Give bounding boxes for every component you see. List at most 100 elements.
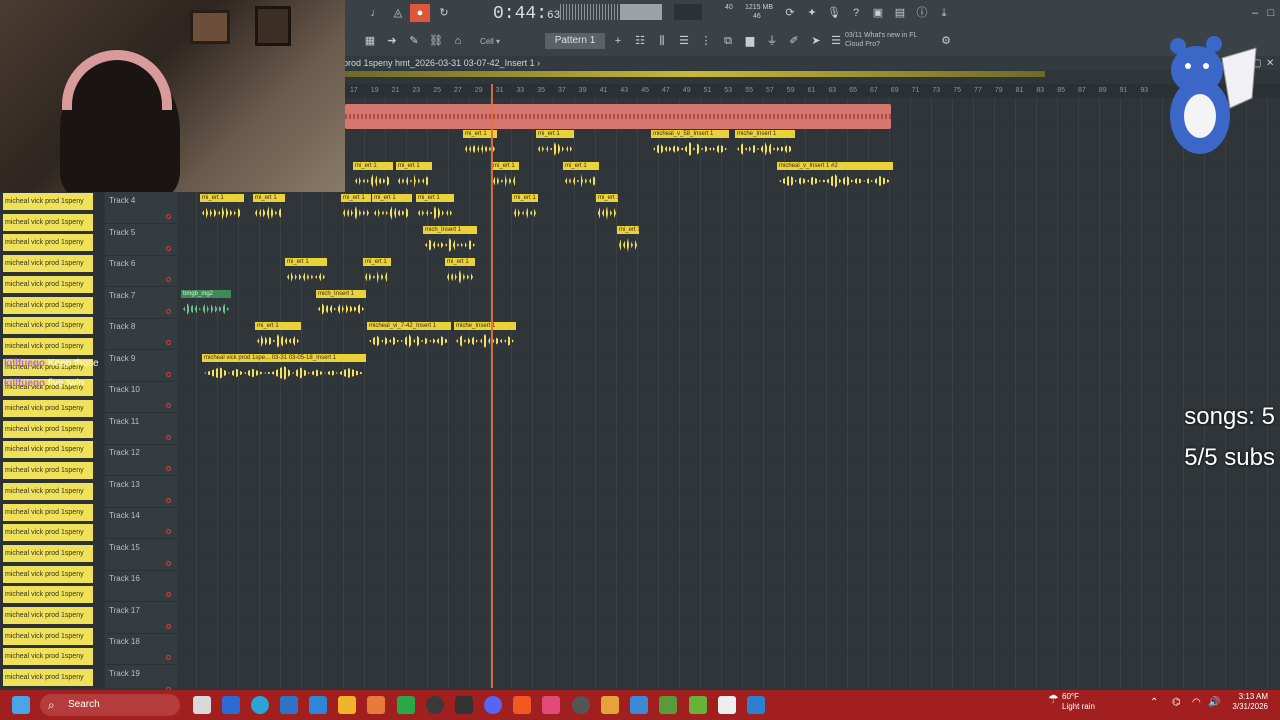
track-record-icon[interactable] xyxy=(166,466,171,471)
audio-clip[interactable]: mi_ert 1 xyxy=(285,258,327,288)
channel-item[interactable]: micheal vick prod 1speny xyxy=(3,482,93,500)
channel-item[interactable]: micheal vick prod 1speny xyxy=(3,607,93,624)
track-header[interactable]: Track 5 xyxy=(105,224,177,256)
tempo-icon[interactable]: ♩ xyxy=(366,4,386,22)
channel-item[interactable]: micheal vick prod 1speny xyxy=(3,255,93,273)
audio-clip[interactable]: mi_ert 1 xyxy=(536,130,574,160)
track-record-icon[interactable] xyxy=(166,655,171,660)
news-icon[interactable]: ☰ xyxy=(826,32,846,50)
channel-item[interactable]: micheal vick prod 1speny xyxy=(3,234,93,252)
channel-item[interactable]: micheal vick prod 1speny xyxy=(3,213,93,231)
tray-chevron-icon[interactable]: ⌃ xyxy=(1150,697,1158,708)
refresh-icon[interactable]: ⟳ xyxy=(780,4,800,22)
add-pattern-icon[interactable]: + xyxy=(608,32,628,50)
stamp-icon[interactable]: ⌂ xyxy=(448,32,468,50)
playlist-icon[interactable]: ☰ xyxy=(674,32,694,50)
obs-icon[interactable] xyxy=(572,696,590,714)
notepad-icon[interactable] xyxy=(718,696,736,714)
news-panel[interactable]: 03/11 What's new in FL Cloud Pro? xyxy=(845,31,935,49)
channel-item[interactable]: micheal vick prod 1speny xyxy=(3,627,93,645)
channel-item[interactable]: micheal vick prod 1speny xyxy=(3,400,93,417)
track-header[interactable]: Track 7 xyxy=(105,287,177,319)
brave-icon[interactable] xyxy=(513,696,531,714)
fl-studio-icon[interactable] xyxy=(601,696,619,714)
channel-item[interactable]: micheal vick prod 1speny xyxy=(3,441,93,459)
app-icon[interactable] xyxy=(455,696,473,714)
audio-clip[interactable]: mich_Insert 1 xyxy=(423,226,477,256)
audio-clip[interactable]: miche_Insert 1 xyxy=(454,322,516,352)
loop-icon[interactable]: ↻ xyxy=(434,4,454,22)
piano-roll-icon[interactable]: ▦ xyxy=(360,32,380,50)
audio-clip[interactable]: mi_ert 1 xyxy=(617,226,639,256)
playlist-close-icon[interactable]: ✕ xyxy=(1266,58,1274,69)
wifi-icon[interactable]: ◠ xyxy=(1192,697,1201,708)
mic-icon[interactable]: 🎙 xyxy=(824,4,844,22)
windows-start-icon[interactable] xyxy=(12,696,30,714)
metronome-icon[interactable]: ◬ xyxy=(388,4,408,22)
info-icon[interactable]: ⓘ xyxy=(912,4,932,22)
audio-clip[interactable]: mi_ert 1 xyxy=(255,322,301,352)
track-header[interactable]: Track 14 xyxy=(105,507,177,539)
audio-clip[interactable]: mi_ert 1 xyxy=(396,162,432,192)
track-record-icon[interactable] xyxy=(166,434,171,440)
task-view-icon[interactable] xyxy=(193,696,211,714)
copilot-icon[interactable] xyxy=(222,696,240,714)
audio-clip[interactable]: micheal_vi_7-42_Insert 1 xyxy=(367,322,451,352)
audio-clip[interactable]: mich_Insert 1 xyxy=(316,290,366,320)
send-icon[interactable]: ➤ xyxy=(806,32,826,50)
app-icon[interactable] xyxy=(367,696,385,714)
track-record-icon[interactable] xyxy=(166,214,171,219)
mixer-view-icon[interactable]: ⫼ xyxy=(652,32,672,50)
channel-item[interactable]: micheal vick prod 1speny xyxy=(3,586,93,604)
word-icon[interactable] xyxy=(309,696,327,714)
app-icon[interactable] xyxy=(747,696,765,714)
audio-clip[interactable]: mi_ert 1 xyxy=(596,194,618,224)
audio-clip[interactable]: mi_ert 1 xyxy=(372,194,412,224)
track-record-icon[interactable] xyxy=(166,560,171,566)
track-record-icon[interactable] xyxy=(166,340,171,345)
track-record-icon[interactable] xyxy=(166,403,171,408)
channel-item[interactable]: micheal vick prod 1speny xyxy=(3,648,93,666)
timeline-ruler[interactable]: 17 19 21 23 25 27 29 31 33 35 37 39 41 43 45 47 49 51 53 55… xyxy=(340,84,1280,98)
eq-icon[interactable]: ⋮ xyxy=(696,32,716,50)
taskbar-clock[interactable]: 3:13 AM 3/31/2026 xyxy=(1220,692,1268,712)
save-icon[interactable]: ▣ xyxy=(868,4,888,22)
audio-clip[interactable]: mi_ert 1 xyxy=(363,258,391,288)
arrow-icon[interactable]: ➜ xyxy=(382,32,402,50)
audio-clip[interactable]: mi_ert 1 xyxy=(563,162,599,192)
track-header[interactable]: Track 16 xyxy=(105,570,177,602)
channel-rack-icon[interactable]: ☷ xyxy=(630,32,650,50)
track-header[interactable]: Track 6 xyxy=(105,255,177,287)
audio-clip[interactable]: mi_ert 1 xyxy=(445,258,475,288)
app-icon[interactable] xyxy=(630,696,648,714)
channel-item[interactable]: micheal vick prod 1speny xyxy=(3,296,93,314)
audio-clip[interactable]: mi_ert 1 xyxy=(200,194,244,224)
audio-clip[interactable]: miche_Insert 1 xyxy=(735,130,795,160)
restore-icon[interactable]: □ xyxy=(1261,4,1280,22)
nvidia-icon[interactable] xyxy=(659,696,677,714)
pattern-selector[interactable]: Pattern 1 xyxy=(545,33,605,49)
settings-icon[interactable]: ⚙ xyxy=(936,32,956,50)
track-header[interactable]: Track 17 xyxy=(105,602,177,634)
track-header[interactable]: Track 15 xyxy=(105,539,177,571)
plug-icon[interactable]: ⏚ xyxy=(762,32,782,50)
channel-item[interactable]: micheal vick prod 1speny xyxy=(3,317,93,335)
download-icon[interactable]: ⤓ xyxy=(934,4,954,22)
audio-clip[interactable]: mi_ert 1 xyxy=(341,194,371,224)
channel-item[interactable]: micheal vick prod 1speny xyxy=(3,524,93,542)
track-record-icon[interactable] xyxy=(166,529,171,534)
channel-item[interactable]: micheal vick prod 1speny xyxy=(3,565,93,583)
taskbar-search[interactable]: ⌕ Search xyxy=(40,694,180,716)
mixer-icon[interactable]: ✦ xyxy=(802,4,822,22)
overview-strip[interactable] xyxy=(345,71,1045,77)
network-icon[interactable]: ⌬ xyxy=(1172,697,1181,708)
audio-clip[interactable]: bmgb_mg2 xyxy=(181,290,231,320)
audio-clip[interactable]: mi_ert 1 xyxy=(416,194,454,224)
browser-icon[interactable]: ⧉ xyxy=(718,32,738,50)
track-header[interactable]: Track 9 xyxy=(105,350,177,382)
track-header[interactable]: Track 11 xyxy=(105,413,177,445)
channel-item[interactable]: micheal vick prod 1speny xyxy=(3,193,93,210)
channel-item[interactable]: micheal vick prod 1speny xyxy=(3,669,93,687)
plugin-icon[interactable]: ▤ xyxy=(890,4,910,22)
clipboard-icon[interactable]: ▆ xyxy=(740,32,760,50)
